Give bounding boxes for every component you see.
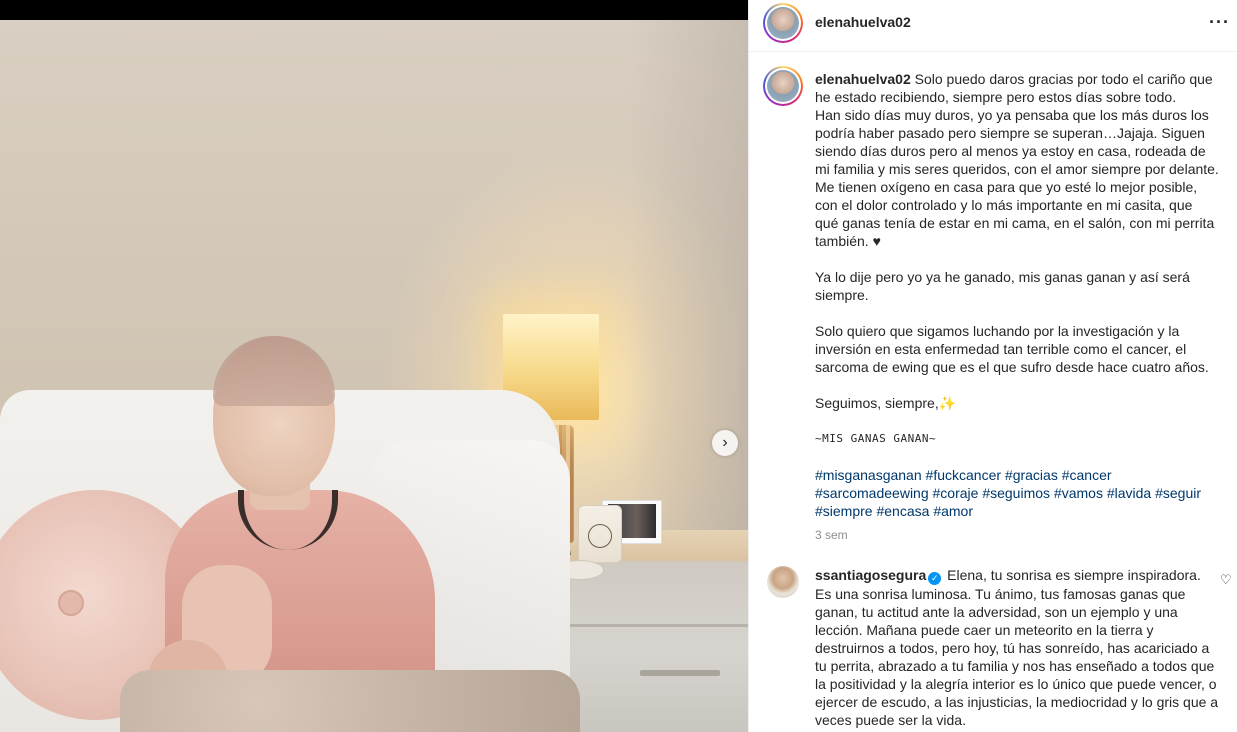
- caption-username[interactable]: elenahuelva02: [815, 71, 911, 87]
- author-avatar[interactable]: [763, 3, 803, 43]
- post-photo: [0, 20, 748, 732]
- more-options-icon[interactable]: ···: [1209, 12, 1230, 33]
- caption-paragraph-4: Seguimos, siempre,✨: [815, 395, 957, 411]
- caption-paragraph-1: elenahuelva02 Solo puedo daros gracias p…: [815, 70, 1219, 106]
- drawer-line: [560, 624, 748, 627]
- post-caption: elenahuelva02 Solo puedo daros gracias p…: [815, 70, 1219, 520]
- hashtag-link[interactable]: #seguimos: [982, 485, 1050, 501]
- hashtag-link[interactable]: #amor: [933, 503, 973, 519]
- post-media-pane: ›: [0, 0, 748, 732]
- caption-paragraph-2: Ya lo dije pero yo ya he ganado, mis gan…: [815, 269, 1190, 303]
- hashtag-link[interactable]: #sarcomadeewing: [815, 485, 929, 501]
- hashtag-link[interactable]: #fuckcancer: [926, 467, 1001, 483]
- chevron-right-icon: ›: [722, 434, 728, 451]
- hashtag-link[interactable]: #misganasganan: [815, 467, 922, 483]
- verified-badge-icon: ✓: [928, 572, 942, 585]
- post-header: elenahuelva02 ···: [749, 0, 1237, 52]
- author-username[interactable]: elenahuelva02: [815, 14, 911, 30]
- commenter-avatar[interactable]: [767, 566, 799, 598]
- drawer-handle: [640, 670, 720, 676]
- hashtag-link[interactable]: #lavida: [1107, 485, 1151, 501]
- caption-line-2: Han sido días muy duros, yo ya pensaba q…: [815, 107, 1219, 249]
- cushion-button: [58, 590, 84, 616]
- person-scalp: [213, 336, 335, 406]
- comment-item: ssantiagosegura ✓ Elena, tu sonrisa es si…: [815, 566, 1219, 729]
- avatar-photo: [767, 7, 799, 39]
- candle-label: [588, 524, 612, 548]
- media-top-bar: [0, 0, 748, 20]
- hashtag-link[interactable]: #seguir: [1155, 485, 1201, 501]
- commenter-username[interactable]: ssantiagosegura: [815, 567, 926, 583]
- post-timestamp[interactable]: 3 sem: [815, 528, 848, 542]
- caption-hashtags: #misganasganan #fuckcancer #gracias #can…: [815, 466, 1219, 520]
- avatar-photo: [767, 70, 799, 102]
- instagram-post-view: › elenahuelva02 ··· elenahuelva02 Solo p…: [0, 0, 1237, 732]
- caption-motto: ~MIS GANAS GANAN~: [815, 432, 937, 445]
- hashtag-link[interactable]: #gracias: [1005, 467, 1058, 483]
- hashtag-link[interactable]: #cancer: [1062, 467, 1112, 483]
- hashtag-link[interactable]: #encasa: [876, 503, 929, 519]
- heart-icon[interactable]: ♡: [1220, 572, 1232, 588]
- comment-text: Elena, tu sonrisa es siempre inspiradora…: [815, 567, 1219, 728]
- caption-paragraph-3: Solo quiero que sigamos luchando por la …: [815, 323, 1209, 375]
- hashtag-link[interactable]: #vamos: [1054, 485, 1103, 501]
- hashtag-link[interactable]: #coraje: [933, 485, 979, 501]
- blanket: [120, 670, 580, 732]
- caption-avatar[interactable]: [763, 66, 803, 106]
- hashtag-link[interactable]: #siempre: [815, 503, 873, 519]
- next-media-button[interactable]: ›: [712, 430, 738, 456]
- post-side-panel: elenahuelva02 ··· elenahuelva02 Solo pue…: [748, 0, 1237, 732]
